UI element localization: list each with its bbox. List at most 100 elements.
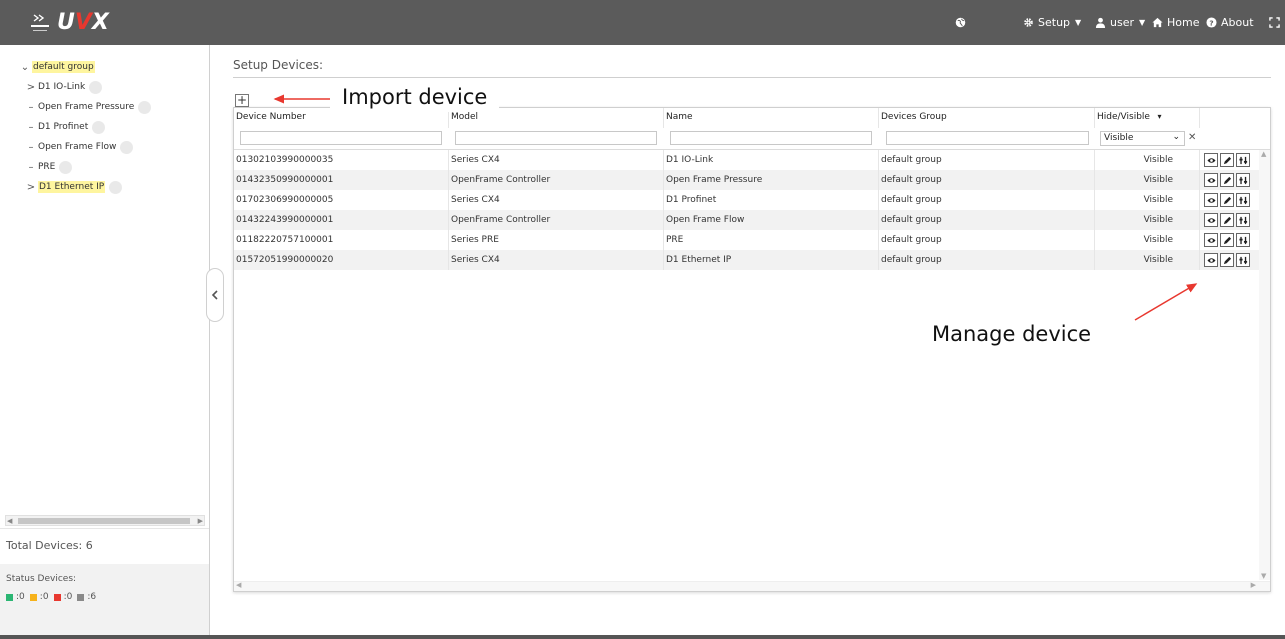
table-row[interactable]: 01702306990000005 Series CX4 D1 Profinet de… xyxy=(234,190,1259,210)
status-devices-panel: Status Devices: : 0: 0: 0: 6 xyxy=(0,564,209,639)
dash-icon: – xyxy=(28,141,34,153)
model-filter[interactable] xyxy=(455,131,657,145)
column-header-devices-group[interactable]: Devices Group xyxy=(879,108,1095,128)
row-actions xyxy=(1204,173,1252,187)
app-logo: UVX xyxy=(57,10,109,35)
chevron-right-icon[interactable]: > xyxy=(24,82,38,93)
setup-menu[interactable]: Setup ▼ xyxy=(1023,0,1081,45)
status-count: 0 xyxy=(66,592,73,602)
tree-item-count-badge xyxy=(89,80,103,94)
table-row[interactable]: 01432243990000001 OpenFrame Controller Ope… xyxy=(234,210,1259,230)
status-color-square xyxy=(6,593,13,601)
sliders-icon xyxy=(1238,236,1247,244)
tree-item-count-badge xyxy=(120,140,134,154)
visibility-filter-select[interactable]: Visible ⌄ xyxy=(1100,131,1185,146)
tree-root-default-group[interactable]: ⌄ default group xyxy=(18,57,95,77)
table-row[interactable]: 01302103990000035 Series CX4 D1 IO-Link def… xyxy=(234,150,1259,170)
page-title: Setup Devices: xyxy=(233,58,324,72)
pencil-icon xyxy=(1223,216,1231,224)
devices-group-filter[interactable] xyxy=(886,131,1089,145)
column-header-hide-visible[interactable]: Hide/Visible ▾ xyxy=(1095,108,1200,128)
view-device-button[interactable] xyxy=(1204,173,1218,187)
table-horizontal-scrollbar[interactable]: ◀ ▶ xyxy=(234,581,1270,591)
table-row[interactable]: 01182220757100001 Series PRE PRE default gr… xyxy=(234,230,1259,250)
cell-visible: Visible xyxy=(1095,210,1200,230)
scroll-left-icon[interactable]: ◀ xyxy=(7,516,12,526)
view-device-button[interactable] xyxy=(1204,193,1218,207)
dash-icon: – xyxy=(28,121,34,133)
scroll-down-icon[interactable]: ▼ xyxy=(1261,572,1266,580)
chevron-right-icon[interactable]: > xyxy=(24,182,38,193)
scroll-right-icon[interactable]: ▶ xyxy=(198,516,203,526)
status-count: 6 xyxy=(90,592,97,602)
scrollbar-thumb[interactable] xyxy=(18,518,190,524)
collapse-sidebar-button[interactable] xyxy=(206,268,224,322)
cell-name: Open Frame Pressure xyxy=(664,170,879,190)
device-settings-button[interactable] xyxy=(1236,233,1250,247)
about-link[interactable]: ? About xyxy=(1206,0,1254,45)
tree-item[interactable]: > D1 IO-Link xyxy=(24,77,103,97)
annotation-manage-device: Manage device xyxy=(932,322,1092,346)
scroll-right-icon[interactable]: ▶ xyxy=(1251,581,1256,589)
cell-name: D1 IO-Link xyxy=(664,150,879,170)
clear-filter-icon[interactable]: ✕ xyxy=(1188,132,1196,143)
cell-name: Open Frame Flow xyxy=(664,210,879,230)
tree-item[interactable]: – Open Frame Flow xyxy=(24,137,134,157)
eye-icon xyxy=(1206,157,1216,163)
devices-table: Device Number Model Name Devices Group H… xyxy=(233,107,1271,592)
fullscreen-icon[interactable] xyxy=(1269,0,1284,45)
device-settings-button[interactable] xyxy=(1236,213,1250,227)
device-settings-button[interactable] xyxy=(1236,193,1250,207)
import-device-button[interactable]: + xyxy=(235,94,249,107)
chevron-down-icon: ▼ xyxy=(1139,18,1146,27)
sidebar-horizontal-scrollbar[interactable]: ◀ ▶ xyxy=(5,515,205,526)
cell-number: 01572051990000020 xyxy=(234,250,449,270)
cell-name: D1 Ethernet IP xyxy=(664,250,879,270)
tree-item[interactable]: – PRE xyxy=(24,157,73,177)
user-icon xyxy=(1095,17,1106,28)
name-filter[interactable] xyxy=(670,131,872,145)
home-link[interactable]: Home xyxy=(1152,0,1199,45)
view-device-button[interactable] xyxy=(1204,153,1218,167)
device-settings-button[interactable] xyxy=(1236,173,1250,187)
edit-device-button[interactable] xyxy=(1220,173,1234,187)
user-menu[interactable]: user ▼ xyxy=(1095,0,1145,45)
pencil-icon xyxy=(1223,236,1231,244)
edit-device-button[interactable] xyxy=(1220,153,1234,167)
table-row[interactable]: 01572051990000020 Series CX4 D1 Ethernet I… xyxy=(234,250,1259,270)
tree-item[interactable]: – Open Frame Pressure xyxy=(24,97,152,117)
edit-device-button[interactable] xyxy=(1220,233,1234,247)
pencil-icon xyxy=(1223,176,1231,184)
column-header-name[interactable]: Name xyxy=(664,108,879,128)
row-actions xyxy=(1204,153,1252,167)
device-settings-button[interactable] xyxy=(1236,153,1250,167)
edit-device-button[interactable] xyxy=(1220,213,1234,227)
view-device-button[interactable] xyxy=(1204,253,1218,267)
setup-label: Setup xyxy=(1038,16,1071,29)
cell-visible: Visible xyxy=(1095,250,1200,270)
device-settings-button[interactable] xyxy=(1236,253,1250,267)
edit-device-button[interactable] xyxy=(1220,253,1234,267)
table-vertical-scrollbar[interactable]: ▲ ▼ xyxy=(1259,150,1270,580)
chevron-down-icon[interactable]: ⌄ xyxy=(18,62,32,73)
scroll-left-icon[interactable]: ◀ xyxy=(236,581,241,589)
status-color-square xyxy=(53,593,61,601)
edit-device-button[interactable] xyxy=(1220,193,1234,207)
tree-item-label: Open Frame Flow xyxy=(38,142,117,152)
cell-visible: Visible xyxy=(1095,190,1200,210)
chevron-down-icon: ⌄ xyxy=(1172,132,1180,142)
eye-icon xyxy=(1206,237,1216,243)
tree-item[interactable]: – D1 Profinet xyxy=(24,117,106,137)
pencil-icon xyxy=(1223,156,1231,164)
globe-icon[interactable] xyxy=(955,0,970,45)
view-device-button[interactable] xyxy=(1204,213,1218,227)
view-device-button[interactable] xyxy=(1204,233,1218,247)
cell-visible: Visible xyxy=(1095,150,1200,170)
camozzi-logo-icon xyxy=(30,13,50,35)
table-row[interactable]: 01432350990000001 OpenFrame Controller Ope… xyxy=(234,170,1259,190)
tree-item[interactable]: > D1 Ethernet IP xyxy=(24,177,123,197)
dash-icon: – xyxy=(28,161,34,173)
device-number-filter[interactable] xyxy=(240,131,442,145)
hide-visible-label: Hide/Visible xyxy=(1097,112,1150,122)
scroll-up-icon[interactable]: ▲ xyxy=(1261,150,1266,158)
